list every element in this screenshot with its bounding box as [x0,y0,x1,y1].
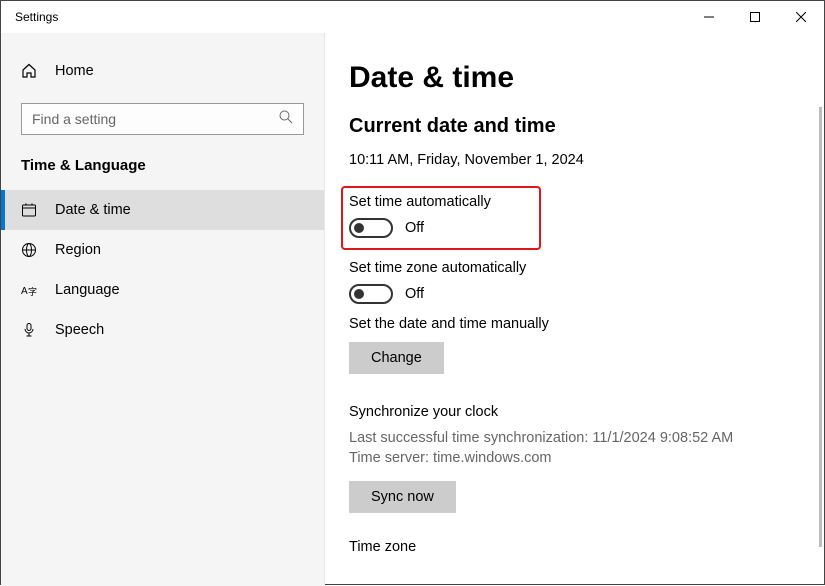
titlebar: Settings [1,1,824,33]
sync-server-line: Time server: time.windows.com [349,448,800,468]
language-icon: A字 [21,282,37,298]
nav-item-region[interactable]: Region [1,230,324,270]
titlebar-controls [686,1,824,33]
page-title: Date & time [349,61,800,95]
current-datetime: 10:11 AM, Friday, November 1, 2024 [349,152,800,168]
nav-item-label: Speech [55,322,104,338]
maximize-button[interactable] [732,1,778,33]
nav-item-label: Region [55,242,101,258]
search-icon [279,110,293,129]
window-title: Settings [15,10,58,24]
sync-last-line: Last successful time synchronization: 11… [349,428,800,448]
svg-text:A: A [21,286,28,297]
nav-item-label: Language [55,282,120,298]
sync-heading: Synchronize your clock [349,404,800,420]
change-button[interactable]: Change [349,342,444,374]
nav-item-speech[interactable]: Speech [1,310,324,350]
content-pane: Date & time Current date and time 10:11 … [325,33,824,586]
auto-timezone-state: Off [405,286,424,302]
auto-time-toggle[interactable] [349,218,393,238]
search-input[interactable] [32,111,279,127]
home-nav[interactable]: Home [1,53,324,89]
nav-item-date-time[interactable]: Date & time [1,190,324,230]
nav-item-label: Date & time [55,202,131,218]
auto-timezone-label: Set time zone automatically [349,260,800,276]
auto-time-state: Off [405,220,424,236]
annotation-highlight: Set time automatically Off [341,186,541,250]
nav-item-language[interactable]: A字 Language [1,270,324,310]
home-label: Home [55,63,94,79]
svg-text:字: 字 [28,286,37,297]
globe-icon [21,242,37,258]
sidebar: Home Time & Language Date & time Region … [1,33,325,586]
timezone-heading: Time zone [349,539,800,555]
sync-now-button[interactable]: Sync now [349,481,456,513]
minimize-button[interactable] [686,1,732,33]
auto-time-label: Set time automatically [349,194,529,210]
search-box[interactable] [21,103,304,135]
microphone-icon [21,322,37,338]
close-button[interactable] [778,1,824,33]
category-label: Time & Language [1,157,324,190]
auto-timezone-toggle[interactable] [349,284,393,304]
scrollbar[interactable] [819,107,822,547]
date-time-icon [21,202,37,218]
home-icon [21,63,37,79]
section-current-heading: Current date and time [349,115,800,138]
manual-set-label: Set the date and time manually [349,316,800,332]
